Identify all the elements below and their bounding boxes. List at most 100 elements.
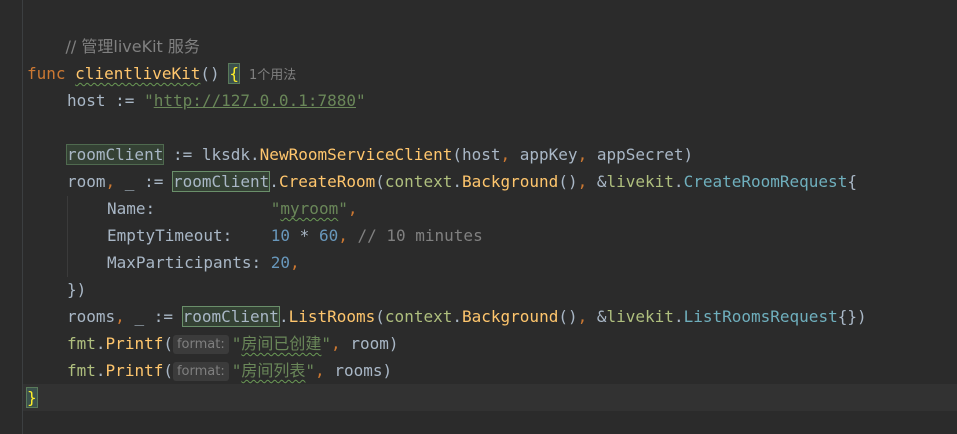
context-pkg: context xyxy=(384,172,453,191)
host-url-link[interactable]: http://127.0.0.1:7880 xyxy=(154,91,356,110)
paren-open: ( xyxy=(163,334,173,353)
field-max-participants-key: MaxParticipants xyxy=(107,253,252,272)
quote-close: " xyxy=(321,334,332,353)
context-pkg: context xyxy=(384,307,453,326)
code-line-field-max-participants[interactable]: MaxParticipants: 20, xyxy=(107,249,300,276)
comma: , xyxy=(315,361,335,380)
code-line-field-empty-timeout[interactable]: EmptyTimeout: 10 * 60, // 10 minutes xyxy=(107,222,483,249)
paren-open: ( xyxy=(163,361,173,380)
arg-host: host xyxy=(461,145,501,164)
padding xyxy=(232,226,271,245)
room-name-value: myroom xyxy=(280,199,339,218)
usage-hint[interactable]: 1个用法 xyxy=(249,68,296,83)
msg-list: 房间列表 xyxy=(241,361,306,380)
comma: , xyxy=(577,307,597,326)
blank-var: _ xyxy=(124,172,135,191)
code-line-host[interactable]: host := "http://127.0.0.1:7880" xyxy=(67,87,366,114)
comma: , xyxy=(577,172,597,191)
timeout-comment: // 10 minutes xyxy=(357,226,483,245)
quote-close: " xyxy=(305,361,316,380)
comma: , xyxy=(500,145,520,164)
code-line-field-name[interactable]: Name: "myroom", xyxy=(107,195,357,222)
multiply-op: * xyxy=(290,226,319,245)
background-fn: Background xyxy=(462,307,559,326)
room-client-ref[interactable]: roomClient xyxy=(171,171,271,192)
list-rooms-request-type: ListRoomsRequest xyxy=(683,307,838,326)
code-line-room-client[interactable]: roomClient := lksdk.NewRoomServiceClient… xyxy=(65,141,694,168)
create-room-fn: CreateRoom xyxy=(278,172,376,191)
arg-rooms: rooms xyxy=(334,361,383,380)
paren-open: ( xyxy=(375,172,385,191)
rooms-var: rooms xyxy=(67,307,116,326)
trailing-comma: , xyxy=(290,253,300,272)
dot: . xyxy=(673,307,684,326)
quote-open: " xyxy=(270,199,281,218)
indent-guide xyxy=(67,196,68,277)
arg-appsecret: appSecret xyxy=(596,145,684,164)
dot: . xyxy=(95,334,106,353)
room-client-ref[interactable]: roomClient xyxy=(181,306,280,327)
code-line-comment[interactable]: // 管理liveKit 服务 xyxy=(27,6,200,56)
inlay-hint-format: format: xyxy=(172,362,229,381)
close-brace-match: } xyxy=(26,387,38,408)
code-line-printf-created[interactable]: fmt.Printf(format: "房间已创建", room) xyxy=(67,330,398,357)
code-line-close-struct[interactable]: }) xyxy=(67,276,86,303)
assign-op: := xyxy=(144,307,183,326)
current-line-highlight xyxy=(23,384,957,411)
assign-op: := xyxy=(134,172,173,191)
func-keyword: func xyxy=(27,64,66,83)
code-editor[interactable]: // 管理liveKit 服务 func clientliveKit() {1个… xyxy=(0,0,957,434)
list-rooms-fn: ListRooms xyxy=(288,307,376,326)
dot: . xyxy=(95,361,106,380)
code-line-list-rooms[interactable]: rooms, _ := roomClient. ListRooms(context… xyxy=(67,303,867,330)
code-line-close-brace[interactable]: } xyxy=(26,384,38,411)
room-client-var[interactable]: roomClient xyxy=(65,144,165,165)
dot: . xyxy=(250,145,260,164)
code-line-printf-list[interactable]: fmt.Printf(format: "房间列表", rooms) xyxy=(67,357,392,384)
quote-open: " xyxy=(231,361,242,380)
comma: , xyxy=(577,145,597,164)
assign-op: := xyxy=(105,91,145,110)
arg-appkey: appKey xyxy=(519,145,578,164)
colon: : xyxy=(251,253,262,272)
max-participants-value: 20 xyxy=(270,253,291,272)
lksdk-pkg: lksdk xyxy=(201,145,251,164)
call-parens: () xyxy=(558,172,578,191)
fmt-pkg: fmt xyxy=(67,334,96,353)
room-var: room xyxy=(67,172,106,191)
timeout-b: 60 xyxy=(318,226,339,245)
call-parens: () xyxy=(558,307,578,326)
function-name[interactable]: clientliveKit xyxy=(75,64,200,83)
printf-fn: Printf xyxy=(105,334,164,353)
blank-var: _ xyxy=(134,307,145,326)
livekit-pkg: livekit xyxy=(606,172,674,191)
assign-op: := xyxy=(163,145,202,164)
dot: . xyxy=(452,307,462,326)
quote-close: " xyxy=(356,91,366,110)
field-empty-timeout-key: EmptyTimeout xyxy=(107,226,223,245)
ampersand: & xyxy=(596,307,607,326)
paren-close: ) xyxy=(683,145,694,164)
paren-close: ) xyxy=(382,361,393,380)
fmt-pkg: fmt xyxy=(67,361,96,380)
create-room-request-type: CreateRoomRequest xyxy=(683,172,848,191)
paren-open: ( xyxy=(375,307,385,326)
paren-open: ( xyxy=(452,145,462,164)
close-struct: }) xyxy=(67,280,87,299)
brace-open: { xyxy=(847,172,857,191)
dot: . xyxy=(452,172,462,191)
code-line-create-room[interactable]: room, _ := roomClient. CreateRoom(context… xyxy=(67,168,857,195)
comma: , xyxy=(115,307,135,326)
arg-room: room xyxy=(350,334,389,353)
quote-open: " xyxy=(144,91,154,110)
comma: , xyxy=(105,172,125,191)
open-brace-match: { xyxy=(228,63,240,84)
code-line-func-signature[interactable]: func clientliveKit() {1个用法 xyxy=(27,60,296,87)
dot: . xyxy=(673,172,684,191)
padding xyxy=(155,199,271,218)
comma: , xyxy=(331,334,351,353)
colon: : xyxy=(145,199,156,218)
comma: , xyxy=(338,226,358,245)
quote-open: " xyxy=(231,334,242,353)
gutter-divider xyxy=(22,0,23,434)
